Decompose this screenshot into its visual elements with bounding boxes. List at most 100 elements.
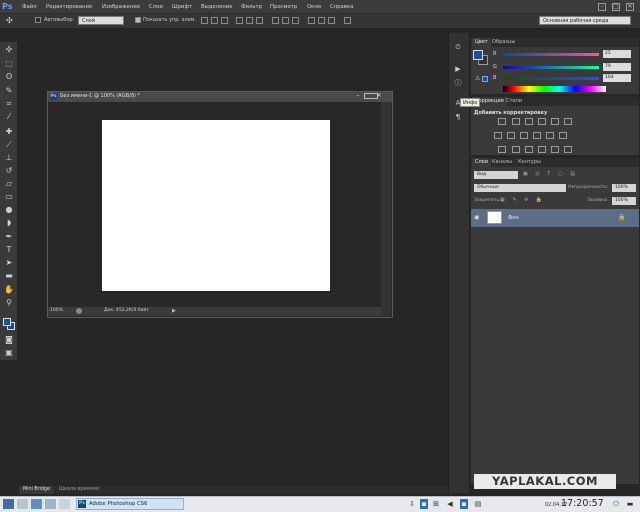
- blue-value[interactable]: 164: [603, 74, 631, 82]
- tray-clipboard-icon[interactable]: ▤: [474, 499, 482, 509]
- document-scrollbar[interactable]: [381, 102, 391, 316]
- eyedropper-tool-icon[interactable]: ⁄: [4, 112, 14, 122]
- menu-view[interactable]: Просмотр: [270, 0, 297, 14]
- shadows-highlights-icon[interactable]: [551, 146, 559, 153]
- layer-thumbnail[interactable]: [487, 211, 502, 224]
- quick-mask-icon[interactable]: ◙: [4, 335, 14, 345]
- eraser-tool-icon[interactable]: ▱: [4, 179, 14, 189]
- tab-channels[interactable]: Каналы: [489, 158, 515, 167]
- autoselect-checkbox[interactable]: [35, 17, 41, 23]
- align-bottom-icon[interactable]: [221, 17, 228, 24]
- red-slider[interactable]: [503, 53, 599, 56]
- history-panel-icon[interactable]: ⏲: [452, 42, 464, 53]
- autoselect-dropdown[interactable]: Слой: [78, 16, 124, 25]
- dodge-tool-icon[interactable]: ◗: [4, 218, 14, 228]
- path-select-tool-icon[interactable]: ➤: [4, 258, 14, 268]
- channel-mixer-icon[interactable]: [533, 132, 541, 139]
- foreground-color-swatch[interactable]: [3, 318, 11, 326]
- color-balance-icon[interactable]: [494, 132, 502, 139]
- posterize-icon[interactable]: [498, 146, 506, 153]
- exposure-icon[interactable]: [538, 118, 546, 125]
- zoom-level[interactable]: 100%: [50, 308, 63, 313]
- menu-file[interactable]: Файл: [22, 0, 37, 14]
- blur-tool-icon[interactable]: ●: [4, 205, 14, 215]
- layer-filter-icons[interactable]: ▣ ◎ T ▢ ▤: [523, 171, 593, 179]
- gradient-map-icon[interactable]: [525, 146, 533, 153]
- lasso-tool-icon[interactable]: ʘ: [4, 72, 14, 82]
- red-value[interactable]: 25: [603, 50, 631, 58]
- fill-value[interactable]: 100%: [612, 197, 636, 205]
- tab-swatches[interactable]: Образцы: [489, 38, 518, 47]
- quick-select-tool-icon[interactable]: ✎: [4, 86, 14, 96]
- hdr-toning-icon[interactable]: [564, 146, 572, 153]
- workspace-dropdown[interactable]: Основная рабочая среда: [539, 16, 631, 25]
- gradient-tool-icon[interactable]: ▭: [4, 192, 14, 202]
- tab-styles[interactable]: Стили: [503, 97, 525, 106]
- menu-filter[interactable]: Фильтр: [241, 0, 262, 14]
- show-transform-checkbox[interactable]: [135, 17, 141, 23]
- layer-visibility-eye-icon[interactable]: ◉: [474, 214, 479, 221]
- tab-timeline[interactable]: Шкала времени: [56, 486, 102, 494]
- black-white-icon[interactable]: [507, 132, 515, 139]
- tab-mini-bridge[interactable]: Mini Bridge: [20, 486, 54, 494]
- selective-color-icon[interactable]: [538, 146, 546, 153]
- distribute-bottom-icon[interactable]: [292, 17, 299, 24]
- green-value[interactable]: 79: [603, 63, 631, 71]
- canvas[interactable]: [102, 120, 330, 291]
- photo-filter-icon[interactable]: [520, 132, 528, 139]
- distribute-left-icon[interactable]: [308, 17, 315, 24]
- zoom-tool-icon[interactable]: ⚲: [4, 298, 14, 308]
- menu-edit[interactable]: Редактирование: [46, 0, 92, 14]
- taskbar-launcher-icon-2[interactable]: [45, 499, 56, 509]
- auto-align-icon[interactable]: [344, 17, 351, 24]
- menu-image[interactable]: Изображение: [102, 0, 140, 14]
- taskbar-launcher-icon-3[interactable]: [59, 499, 70, 509]
- tray-bluetooth-icon[interactable]: ▪: [460, 499, 468, 509]
- color-lookup-icon[interactable]: [546, 132, 554, 139]
- move-tool-preset-icon[interactable]: ✣: [6, 16, 20, 26]
- healing-tool-icon[interactable]: ✚: [4, 127, 14, 137]
- info-panel-icon[interactable]: ⓘ: [452, 78, 464, 89]
- move-tool-icon[interactable]: ✣: [4, 45, 14, 55]
- distribute-hcenter-icon[interactable]: [318, 17, 325, 24]
- taskbar-launcher-icon-1[interactable]: [31, 499, 42, 509]
- tray-volume-icon[interactable]: ◀: [446, 499, 454, 509]
- layer-name[interactable]: Фон: [508, 215, 519, 221]
- document-close-button[interactable]: ✕: [372, 93, 386, 100]
- tray-arrow-icon[interactable]: ⇩: [408, 499, 416, 509]
- tab-color[interactable]: Цвет: [472, 38, 491, 47]
- actions-panel-icon[interactable]: ▶: [452, 64, 464, 75]
- menu-type[interactable]: Шрифт: [172, 0, 192, 14]
- tray-keyboard-icon[interactable]: ▬: [626, 499, 634, 509]
- menu-window[interactable]: Окно: [307, 0, 321, 14]
- close-button[interactable]: ✕: [626, 3, 634, 11]
- taskbar-clock[interactable]: 17:20:57: [561, 498, 604, 509]
- crop-tool-icon[interactable]: ⌗: [4, 99, 14, 109]
- layer-filter-dropdown[interactable]: Вид: [474, 171, 518, 179]
- tray-app-icon[interactable]: ▪: [420, 499, 428, 509]
- status-options-icon[interactable]: [76, 308, 82, 314]
- distribute-right-icon[interactable]: [328, 17, 335, 24]
- align-hcenter-icon[interactable]: [246, 17, 253, 24]
- align-vcenter-icon[interactable]: [211, 17, 218, 24]
- curves-icon[interactable]: [525, 118, 533, 125]
- tray-network-icon[interactable]: ⊞: [432, 499, 440, 509]
- lock-icons[interactable]: ▦ ✎ ✣ 🔒: [500, 197, 545, 203]
- hand-tool-icon[interactable]: ✋: [4, 285, 14, 295]
- vibrance-icon[interactable]: [551, 118, 559, 125]
- type-tool-icon[interactable]: T: [4, 245, 14, 255]
- clone-stamp-tool-icon[interactable]: ⊥: [4, 153, 14, 163]
- status-arrow-icon[interactable]: ▶: [172, 308, 176, 314]
- color-fg-swatch[interactable]: [473, 50, 483, 60]
- paragraph-panel-icon[interactable]: ¶: [452, 112, 464, 123]
- align-left-icon[interactable]: [236, 17, 243, 24]
- invert-icon[interactable]: [559, 132, 567, 139]
- document-minimize-button[interactable]: –: [352, 93, 364, 100]
- taskbar-desktop-icon[interactable]: [17, 499, 28, 509]
- minimize-button[interactable]: –: [598, 3, 606, 11]
- threshold-icon[interactable]: [512, 146, 520, 153]
- pen-tool-icon[interactable]: ✒: [4, 232, 14, 242]
- shape-tool-icon[interactable]: ▬: [4, 271, 14, 281]
- align-right-icon[interactable]: [256, 17, 263, 24]
- levels-icon[interactable]: [512, 118, 520, 125]
